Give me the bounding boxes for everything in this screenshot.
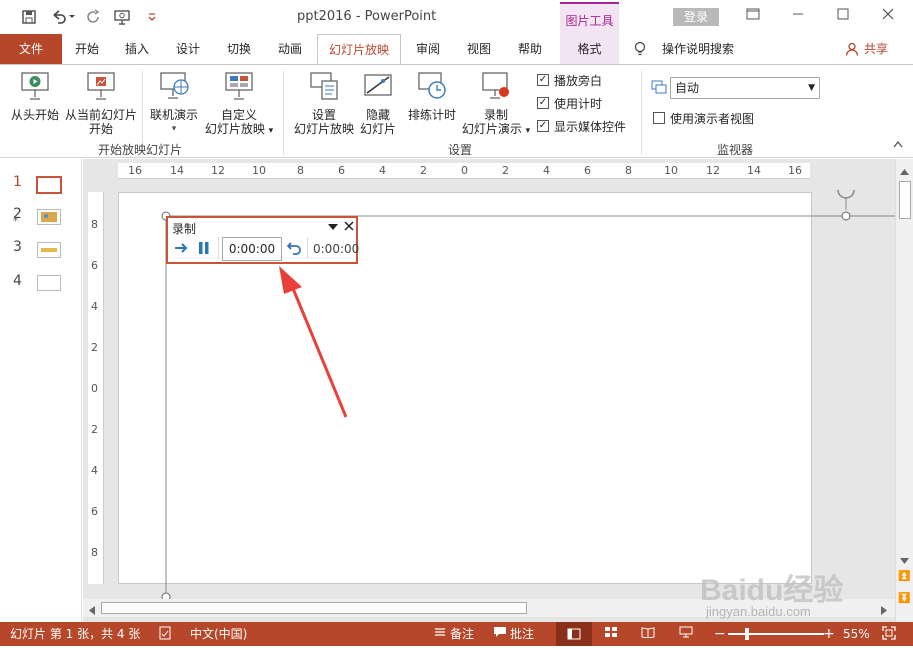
spellcheck-icon[interactable] xyxy=(158,626,172,642)
zoom-level[interactable]: 55% xyxy=(843,626,870,642)
notes-button[interactable]: 备注 xyxy=(450,626,474,642)
scroll-left-icon[interactable] xyxy=(89,604,95,618)
scroll-down-icon[interactable] xyxy=(900,553,909,567)
reading-view-icon[interactable] xyxy=(641,626,655,642)
previous-slide-icon[interactable]: ⏫ xyxy=(898,571,910,582)
status-bar: 幻灯片 第 1 张，共 4 张 中文(中国) 备注 批注 − + 55% xyxy=(0,622,913,646)
zoom-slider-track[interactable] xyxy=(728,633,824,635)
annotation-arrow xyxy=(279,266,348,418)
scroll-right-icon[interactable] xyxy=(881,604,887,618)
notes-icon[interactable] xyxy=(433,626,447,642)
slide-count-status[interactable]: 幻灯片 第 1 张，共 4 张 xyxy=(10,626,140,642)
zoom-out-button[interactable]: − xyxy=(714,626,726,642)
normal-view-button[interactable] xyxy=(556,622,592,646)
scroll-thumb[interactable] xyxy=(101,602,527,614)
slide-show-view-icon[interactable] xyxy=(679,626,693,642)
next-slide-icon[interactable]: ⏬ xyxy=(898,593,910,604)
watermark-url: jingyan.baidu.com xyxy=(706,604,811,619)
watermark-logo: Baidu经验 xyxy=(700,574,844,607)
slide-sorter-icon[interactable] xyxy=(604,626,618,642)
scroll-thumb[interactable] xyxy=(899,181,911,219)
vertical-scrollbar[interactable]: ⏫ ⏬ xyxy=(895,159,913,622)
comments-button[interactable]: 批注 xyxy=(510,626,534,642)
zoom-slider-thumb[interactable] xyxy=(745,628,749,640)
fit-to-window-icon[interactable] xyxy=(882,626,896,642)
scroll-up-icon[interactable] xyxy=(900,164,909,178)
zoom-in-button[interactable]: + xyxy=(823,626,835,642)
language-status[interactable]: 中文(中国) xyxy=(190,626,247,642)
comments-icon[interactable] xyxy=(493,626,507,642)
